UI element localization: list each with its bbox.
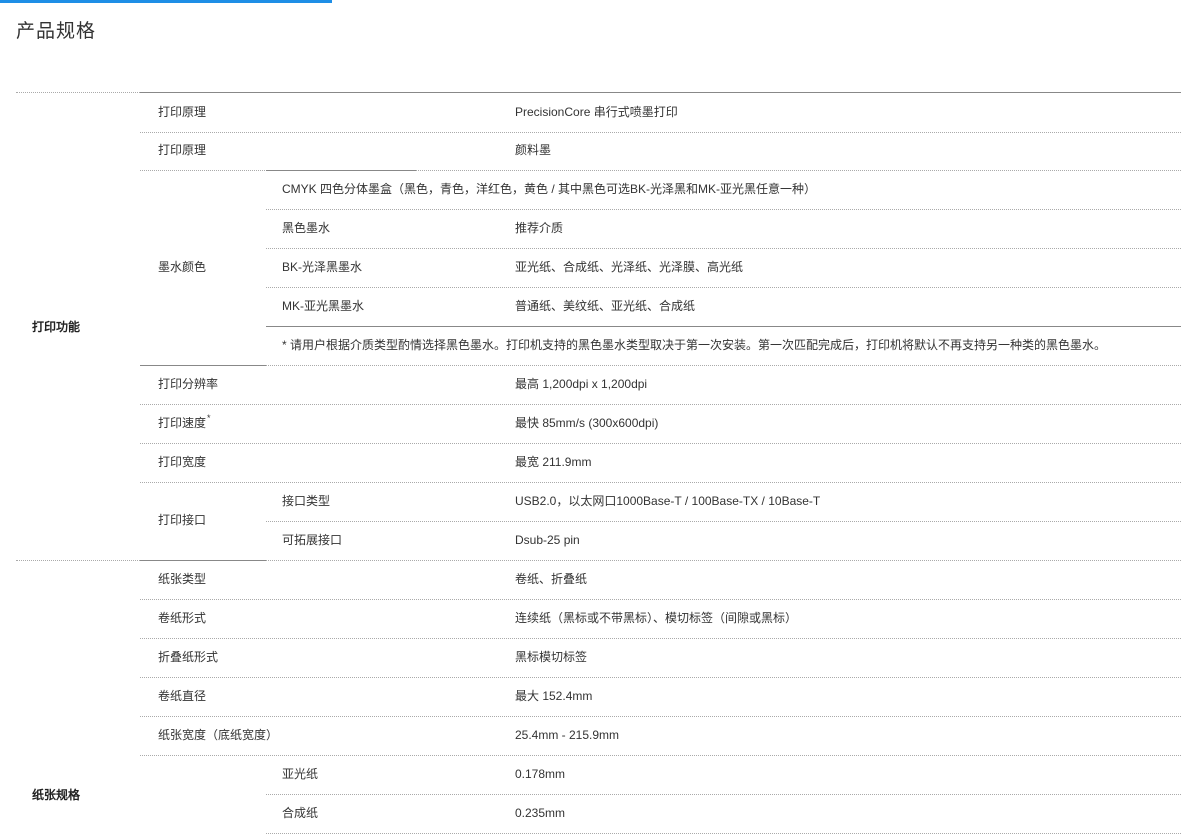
spec-label: 打印分辨率 bbox=[158, 377, 219, 391]
group-label-print: 打印功能 bbox=[32, 320, 81, 334]
spec-value: 25.4mm - 215.9mm bbox=[515, 728, 620, 742]
spec-row: 纸张类型 卷纸、折叠纸 bbox=[140, 560, 1181, 600]
sub-label: MK-亚光黑墨水 bbox=[282, 299, 364, 313]
spec-label: 卷纸直径 bbox=[158, 689, 207, 703]
spec-value: 普通纸、美纹纸、亚光纸、合成纸 bbox=[515, 299, 696, 313]
spec-label: 墨水颜色 bbox=[158, 260, 207, 274]
spec-value: 亚光纸、合成纸、光泽纸、光泽膜、高光纸 bbox=[515, 260, 744, 274]
spec-row: 接口类型 USB2.0，以太网口1000Base-T / 100Base-TX … bbox=[266, 482, 1181, 522]
spec-value: 0.178mm bbox=[515, 767, 566, 781]
spec-row: 折叠纸形式 黑标模切标签 bbox=[140, 638, 1181, 678]
spec-value: 0.235mm bbox=[515, 806, 566, 820]
spec-label: 打印原理 bbox=[158, 143, 207, 157]
spec-label: 打印速度* bbox=[158, 413, 211, 430]
spec-value: 连续纸（黑标或不带黑标）、模切标签（间隙或黑标） bbox=[515, 611, 798, 625]
sub-label: 合成纸 bbox=[282, 806, 319, 820]
spec-value: 最高 1,200dpi x 1,200dpi bbox=[515, 377, 648, 391]
spec-row: 合成纸 0.235mm bbox=[266, 794, 1181, 834]
active-tab-indicator bbox=[0, 0, 332, 3]
spec-row: 打印原理 颜料墨 bbox=[140, 131, 1181, 171]
spec-row: 打印分辨率 最高 1,200dpi x 1,200dpi bbox=[140, 365, 1181, 405]
spec-label: 纸张宽度（底纸宽度） bbox=[158, 728, 279, 742]
spec-label: 打印原理 bbox=[158, 105, 207, 119]
footnote-marker: * bbox=[207, 413, 211, 423]
spec-row: CMYK 四色分体墨盒（黑色，青色，洋红色，黄色 / 其中黑色可选BK-光泽黑和… bbox=[266, 170, 1181, 210]
spec-label: 卷纸形式 bbox=[158, 611, 207, 625]
spec-value: 推荐介质 bbox=[515, 221, 564, 235]
footnote: * 请用户根据介质类型酌情选择黑色墨水。打印机支持的黑色墨水类型取决于第一次安装… bbox=[282, 338, 1107, 352]
spec-row: 打印原理 PrecisionCore 串行式喷墨打印 bbox=[140, 92, 1181, 133]
spec-row: 亚光纸 0.178mm bbox=[266, 755, 1181, 795]
spec-value: 黑标模切标签 bbox=[515, 650, 588, 664]
spec-row: 打印速度* 最快 85mm/s (300x600dpi) bbox=[140, 404, 1181, 444]
spec-row: 卷纸直径 最大 152.4mm bbox=[140, 677, 1181, 717]
spec-value: Dsub-25 pin bbox=[515, 533, 580, 547]
spec-label: 折叠纸形式 bbox=[158, 650, 219, 664]
section-divider bbox=[16, 560, 140, 561]
spec-value: PrecisionCore 串行式喷墨打印 bbox=[515, 105, 678, 119]
spec-row: * 请用户根据介质类型酌情选择黑色墨水。打印机支持的黑色墨水类型取决于第一次安装… bbox=[266, 326, 1181, 366]
spec-row: MK-亚光黑墨水 普通纸、美纹纸、亚光纸、合成纸 bbox=[266, 287, 1181, 327]
spec-row: 可拓展接口 Dsub-25 pin bbox=[266, 521, 1181, 561]
group-label-paper: 纸张规格 bbox=[32, 788, 81, 802]
spec-value: 最大 152.4mm bbox=[515, 689, 593, 703]
spec-label: 纸张类型 bbox=[158, 572, 207, 586]
spec-row: 黑色墨水 推荐介质 bbox=[266, 209, 1181, 249]
spec-value: 颜料墨 bbox=[515, 143, 552, 157]
spec-value: 最快 85mm/s (300x600dpi) bbox=[515, 416, 659, 430]
spec-label: 打印接口 bbox=[158, 513, 207, 527]
sub-label: 亚光纸 bbox=[282, 767, 319, 781]
sub-label: 黑色墨水 bbox=[282, 221, 331, 235]
sub-label: 可拓展接口 bbox=[282, 533, 343, 547]
sub-label: BK-光泽黑墨水 bbox=[282, 260, 363, 274]
page-title: 产品规格 bbox=[16, 21, 97, 42]
spec-value: CMYK 四色分体墨盒（黑色，青色，洋红色，黄色 / 其中黑色可选BK-光泽黑和… bbox=[282, 182, 817, 196]
spec-row: 纸张宽度（底纸宽度） 25.4mm - 215.9mm bbox=[140, 716, 1181, 756]
section-divider bbox=[16, 92, 140, 93]
spec-value: 最宽 211.9mm bbox=[515, 455, 592, 469]
spec-row: 卷纸形式 连续纸（黑标或不带黑标）、模切标签（间隙或黑标） bbox=[140, 599, 1181, 639]
spec-row: BK-光泽黑墨水 亚光纸、合成纸、光泽纸、光泽膜、高光纸 bbox=[266, 248, 1181, 288]
spec-value: 卷纸、折叠纸 bbox=[515, 572, 588, 586]
sub-label: 接口类型 bbox=[282, 494, 331, 508]
divider bbox=[266, 170, 416, 171]
spec-row: 打印宽度 最宽 211.9mm bbox=[140, 443, 1181, 483]
spec-label: 打印宽度 bbox=[158, 455, 207, 469]
spec-value: USB2.0，以太网口1000Base-T / 100Base-TX / 10B… bbox=[515, 494, 821, 508]
